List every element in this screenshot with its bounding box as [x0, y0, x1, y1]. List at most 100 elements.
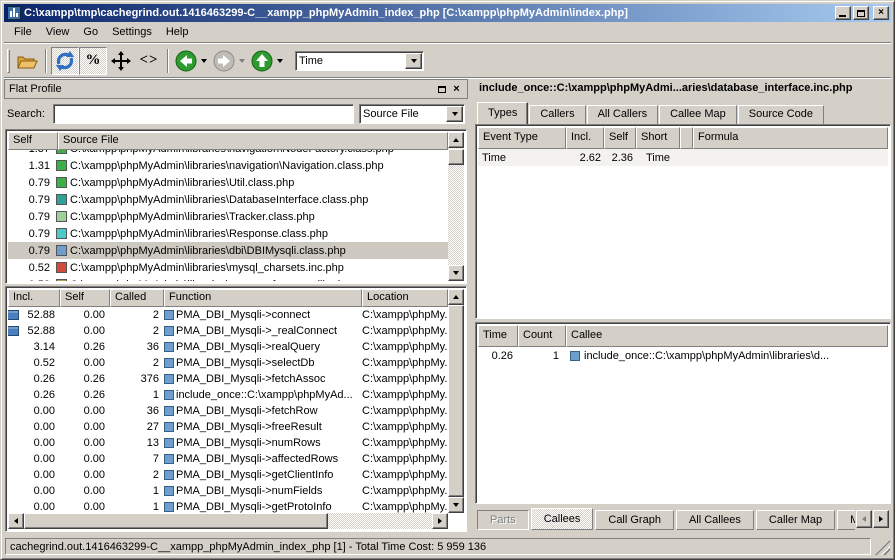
bottom-tab-callees[interactable]: Callees — [531, 508, 594, 530]
function-row[interactable]: 0.520.002PMA_DBI_Mysqli->selectDbC:\xamp… — [8, 355, 448, 371]
function-row[interactable]: 0.000.002PMA_DBI_Mysqli->getClientInfoC:… — [8, 467, 448, 483]
maximize-button[interactable] — [853, 6, 869, 20]
bottom-tab-all-callees[interactable]: All Callees — [676, 510, 754, 530]
file-table-vscrollbar[interactable] — [448, 132, 464, 281]
detail-tabs: TypesCallersAll CallersCallee MapSource … — [477, 102, 889, 124]
tab-callers[interactable]: Callers — [529, 105, 585, 124]
forward-dropdown[interactable] — [237, 47, 247, 75]
event-type-row[interactable]: Time2.622.36Time — [478, 149, 888, 166]
arrow-down-icon — [453, 503, 459, 507]
scrollbar-thumb[interactable] — [448, 305, 464, 497]
scroll-left-button[interactable] — [8, 513, 24, 529]
scrollbar-thumb[interactable] — [448, 149, 464, 165]
function-row[interactable]: 52.880.002PMA_DBI_Mysqli->connectC:\xamp… — [8, 307, 448, 323]
column-header-source-file[interactable]: Source File — [58, 132, 448, 150]
function-table-hscrollbar[interactable] — [8, 513, 448, 529]
function-row[interactable]: 52.880.002PMA_DBI_Mysqli->_realConnectC:… — [8, 323, 448, 339]
menu-go[interactable]: Go — [76, 24, 105, 40]
menu-view[interactable]: View — [39, 24, 77, 40]
column-header-self[interactable]: Self — [604, 127, 636, 149]
column-header-callee[interactable]: Callee — [566, 325, 888, 347]
tabs-scroll-right-button[interactable] — [873, 510, 889, 528]
bottom-tab-machine[interactable]: Machine — [837, 510, 855, 530]
title-bar[interactable]: C:\xampp\tmp\cachegrind.out.1416463299-C… — [4, 4, 891, 22]
scroll-right-button[interactable] — [432, 513, 448, 529]
group-by-combo[interactable]: Source File — [359, 104, 465, 124]
tabs-scroll-left-button[interactable] — [856, 510, 872, 528]
callee-row[interactable]: 0.261include_once::C:\xampp\phpMyAdmin\l… — [478, 347, 888, 364]
menu-file[interactable]: File — [7, 24, 39, 40]
combo-dropdown-button[interactable] — [405, 53, 422, 69]
file-row[interactable]: 0.79C:\xampp\phpMyAdmin\libraries\dbi\DB… — [8, 242, 448, 259]
column-header-incl[interactable]: Incl. — [8, 289, 60, 307]
resize-grip[interactable] — [875, 540, 890, 555]
dock-layout-button[interactable] — [107, 47, 135, 75]
event-type-combo[interactable]: Time — [295, 51, 424, 71]
close-button[interactable]: × — [873, 6, 889, 20]
column-header-location[interactable]: Location — [362, 289, 448, 307]
function-name: PMA_DBI_Mysqli->numRows — [176, 437, 321, 449]
bottom-tab-parts[interactable]: Parts — [477, 510, 529, 530]
column-header-event-type[interactable]: Event Type — [478, 127, 566, 149]
file-color-icon — [56, 228, 67, 239]
bottom-tab-caller-map[interactable]: Caller Map — [756, 510, 835, 530]
file-row[interactable]: 0.52C:\xampp\phpMyAdmin\libraries\mysql_… — [8, 259, 448, 276]
file-row[interactable]: 0.79C:\xampp\phpMyAdmin\libraries\Util.c… — [8, 174, 448, 191]
column-header-short[interactable]: Short — [636, 127, 680, 149]
panel-splitter[interactable] — [468, 79, 475, 533]
back-dropdown[interactable] — [199, 47, 209, 75]
column-header-called[interactable]: Called — [110, 289, 164, 307]
menu-settings[interactable]: Settings — [105, 24, 159, 40]
column-header-formula[interactable]: Formula — [693, 127, 888, 149]
reload-button[interactable] — [51, 47, 79, 75]
file-row[interactable]: 1.31C:\xampp\phpMyAdmin\libraries\naviga… — [8, 157, 448, 174]
function-row[interactable]: 0.260.26376PMA_DBI_Mysqli->fetchAssocC:\… — [8, 371, 448, 387]
minimize-button[interactable] — [835, 6, 851, 20]
function-row[interactable]: 0.000.0027PMA_DBI_Mysqli->freeResultC:\x… — [8, 419, 448, 435]
function-row[interactable]: 0.000.0036PMA_DBI_Mysqli->fetchRowC:\xam… — [8, 403, 448, 419]
tab-types[interactable]: Types — [477, 102, 528, 124]
function-table-vscrollbar[interactable] — [448, 289, 464, 513]
scroll-up-button[interactable] — [448, 289, 464, 305]
column-header-spacer[interactable] — [680, 127, 693, 149]
file-row[interactable]: 1.37C:\xampp\phpMyAdmin\libraries\naviga… — [8, 150, 448, 157]
float-dock-button[interactable] — [435, 83, 448, 95]
file-row[interactable]: 0.79C:\xampp\phpMyAdmin\libraries\Respon… — [8, 225, 448, 242]
bottom-tab-call-graph[interactable]: Call Graph — [595, 510, 674, 530]
file-row[interactable]: 0.52C:\xampp\phpMyAdmin\libraries\user_p… — [8, 276, 448, 281]
column-header-time[interactable]: Time — [478, 325, 518, 347]
scrollbar-thumb[interactable] — [24, 513, 328, 529]
file-row[interactable]: 0.79C:\xampp\phpMyAdmin\libraries\Tracke… — [8, 208, 448, 225]
combo-dropdown-button[interactable] — [446, 106, 463, 122]
column-header-incl[interactable]: Incl. — [566, 127, 604, 149]
tab-all-callers[interactable]: All Callers — [587, 105, 659, 124]
forward-button[interactable] — [211, 47, 237, 75]
close-dock-button[interactable]: × — [450, 83, 463, 95]
column-header-self[interactable]: Self — [60, 289, 110, 307]
back-button[interactable] — [173, 47, 199, 75]
function-row[interactable]: 0.000.001PMA_DBI_Mysqli->numFieldsC:\xam… — [8, 483, 448, 499]
function-row[interactable]: 0.260.261include_once::C:\xampp\phpMyAd.… — [8, 387, 448, 403]
search-input[interactable] — [53, 104, 354, 124]
function-row[interactable]: 3.140.2636PMA_DBI_Mysqli->realQueryC:\xa… — [8, 339, 448, 355]
tab-callee-map[interactable]: Callee Map — [659, 105, 737, 124]
tab-source-code[interactable]: Source Code — [738, 105, 824, 124]
scroll-up-button[interactable] — [448, 132, 464, 148]
file-row[interactable]: 0.79C:\xampp\phpMyAdmin\libraries\Databa… — [8, 191, 448, 208]
up-dropdown[interactable] — [275, 47, 285, 75]
function-row[interactable]: 0.000.0013PMA_DBI_Mysqli->numRowsC:\xamp… — [8, 435, 448, 451]
column-header-function[interactable]: Function — [164, 289, 362, 307]
up-button[interactable] — [249, 47, 275, 75]
menu-help[interactable]: Help — [159, 24, 196, 40]
scroll-down-button[interactable] — [448, 497, 464, 513]
function-row[interactable]: 0.000.007PMA_DBI_Mysqli->affectedRowsC:\… — [8, 451, 448, 467]
file-self-cost: 0.52 — [8, 279, 54, 282]
scroll-down-button[interactable] — [448, 265, 464, 281]
toolbar-handle[interactable] — [7, 49, 10, 73]
column-header-self[interactable]: Self — [8, 132, 58, 150]
open-file-button[interactable] — [13, 47, 41, 75]
function-row[interactable]: 0.000.001PMA_DBI_Mysqli->getProtoInfoC:\… — [8, 499, 448, 513]
column-header-count[interactable]: Count — [518, 325, 566, 347]
percent-toggle-button[interactable]: % — [79, 47, 107, 75]
cycle-detection-button[interactable]: <> — [135, 47, 163, 75]
